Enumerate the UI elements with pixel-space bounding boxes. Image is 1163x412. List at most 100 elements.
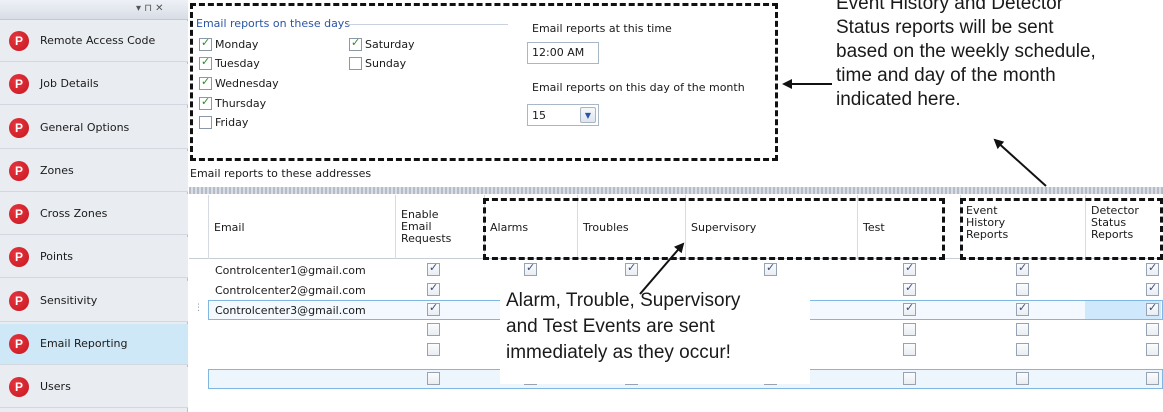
sidebar-item-label: Email Reporting (40, 337, 128, 350)
sunday-checkbox[interactable] (349, 57, 362, 70)
sidebar-item-job-details[interactable]: P Job Details (0, 64, 188, 105)
email-days-group-title: Email reports on these days (196, 17, 351, 30)
day-of-month-value: 15 (532, 109, 546, 122)
thursday-label: Thursday (215, 97, 267, 110)
p-logo-icon: P (9, 31, 29, 51)
sidebar-item-label: Cross Zones (40, 207, 108, 220)
alarm-annotation-line: immediately as they occur! (506, 342, 731, 363)
navigation-sidebar: ▾ ⊓ ✕ P Remote Access Code P Job Details P Ge… (0, 0, 188, 412)
saturday-checkbox[interactable] (349, 36, 362, 51)
sidebar-item-label: Job Details (40, 77, 99, 90)
supervisory-checkbox[interactable] (764, 261, 777, 276)
column-header-email[interactable]: Email (208, 195, 395, 259)
sidebar-item-label: Sensitivity (40, 294, 98, 307)
sidebar-item-label: Users (40, 380, 71, 393)
detector-status-checkbox[interactable] (1146, 343, 1159, 356)
friday-label: Friday (215, 116, 249, 129)
email-cell[interactable]: Controlcenter2@gmail.com (215, 284, 366, 297)
test-checkbox[interactable] (903, 372, 916, 385)
sidebar-item-label: Remote Access Code (40, 34, 156, 47)
alarms-checkbox[interactable] (524, 261, 537, 276)
event-history-annotation-line: indicated here. (836, 89, 961, 110)
thursday-checkbox[interactable] (199, 95, 212, 110)
alarm-annotation-line: Alarm, Trouble, Supervisory (506, 290, 741, 311)
p-logo-icon: P (9, 247, 29, 267)
report-time-input[interactable]: 12:00 AM (527, 42, 599, 64)
event-history-checkbox[interactable] (1016, 301, 1029, 316)
test-checkbox[interactable] (903, 323, 916, 336)
sidebar-item-users[interactable]: P Users (0, 367, 188, 408)
p-logo-icon: P (9, 161, 29, 181)
p-logo-icon: P (9, 74, 29, 94)
alarm-annotation-line: and Test Events are sent (506, 316, 715, 337)
column-header-enable-label: Enable Email Requests (401, 208, 452, 245)
event-history-annotation: Event History and Detector Status report… (836, 0, 1096, 112)
friday-checkbox[interactable] (199, 116, 212, 129)
monday-checkbox[interactable] (199, 36, 212, 51)
sidebar-item-points[interactable]: P Points (0, 237, 188, 278)
scheduled-reports-highlight-box (960, 198, 1163, 260)
troubles-checkbox[interactable] (625, 261, 638, 276)
sidebar-item-cross-zones[interactable]: P Cross Zones (0, 194, 188, 235)
event-history-annotation-line: based on the weekly schedule, (836, 41, 1096, 62)
sidebar-item-label: General Options (40, 121, 130, 134)
day-of-month-select[interactable]: 15 ▼ (527, 104, 599, 126)
sidebar-header: ▾ ⊓ ✕ (0, 0, 188, 20)
p-logo-icon: P (9, 204, 29, 224)
enable-checkbox[interactable] (427, 323, 440, 336)
arrow-to-reports-columns (993, 138, 1047, 187)
immediate-events-highlight-box (483, 198, 945, 260)
detector-status-checkbox[interactable] (1146, 323, 1159, 336)
p-logo-icon: P (9, 377, 29, 397)
sidebar-item-zones[interactable]: P Zones (0, 151, 188, 192)
enable-checkbox[interactable] (427, 261, 440, 276)
enable-checkbox[interactable] (427, 301, 440, 316)
day-of-month-label: Email reports on this day of the month (532, 81, 745, 94)
test-checkbox[interactable] (903, 281, 916, 296)
time-label: Email reports at this time (532, 22, 672, 35)
p-logo-icon: P (9, 291, 29, 311)
event-history-annotation-line: time and day of the month (836, 65, 1056, 86)
detector-status-checkbox[interactable] (1146, 261, 1159, 276)
sidebar-pin-controls[interactable]: ▾ ⊓ ✕ (136, 3, 164, 14)
email-cell[interactable]: Controlcenter1@gmail.com (215, 264, 366, 277)
grid-splitter[interactable] (189, 187, 1163, 194)
event-history-annotation-line: Status reports will be sent (836, 17, 1054, 38)
event-history-checkbox[interactable] (1016, 343, 1029, 356)
table-row[interactable]: Controlcenter1@gmail.com (189, 260, 1163, 280)
addresses-section-label: Email reports to these addresses (190, 167, 372, 180)
column-header-email-label: Email (214, 221, 245, 234)
enable-checkbox[interactable] (427, 372, 440, 385)
test-checkbox[interactable] (903, 343, 916, 356)
sidebar-item-email-reporting[interactable]: P Email Reporting (0, 324, 188, 365)
sidebar-item-sensitivity[interactable]: P Sensitivity (0, 281, 188, 322)
sidebar-item-general-options[interactable]: P General Options (0, 108, 188, 149)
sidebar-item-label: Zones (40, 164, 74, 177)
event-history-checkbox[interactable] (1016, 323, 1029, 336)
sidebar-item-label: Points (40, 250, 74, 263)
sunday-label: Sunday (365, 57, 407, 70)
wednesday-checkbox[interactable] (199, 75, 212, 90)
test-checkbox[interactable] (903, 261, 916, 276)
detector-status-checkbox[interactable] (1146, 301, 1159, 316)
sidebar-item-remote-access-code[interactable]: P Remote Access Code (0, 21, 188, 62)
test-checkbox[interactable] (903, 301, 916, 316)
wednesday-label: Wednesday (215, 77, 279, 90)
column-header-enable[interactable]: Enable Email Requests (395, 195, 484, 259)
monday-label: Monday (215, 38, 259, 51)
email-cell[interactable]: Controlcenter3@gmail.com (215, 304, 366, 317)
event-history-checkbox[interactable] (1016, 261, 1029, 276)
group-divider (348, 24, 508, 25)
tuesday-label: Tuesday (215, 57, 260, 70)
detector-status-checkbox[interactable] (1146, 372, 1159, 385)
detector-status-checkbox[interactable] (1146, 281, 1159, 296)
alarm-annotation: Alarm, Trouble, Supervisory and Test Eve… (500, 288, 810, 384)
chevron-down-icon[interactable]: ▼ (580, 107, 596, 123)
tuesday-checkbox[interactable] (199, 55, 212, 70)
row-indicator-icon: ⋮ (194, 303, 203, 313)
event-history-checkbox[interactable] (1016, 372, 1029, 385)
enable-checkbox[interactable] (427, 281, 440, 296)
event-history-checkbox[interactable] (1016, 283, 1029, 296)
enable-checkbox[interactable] (427, 343, 440, 356)
p-logo-icon: P (9, 118, 29, 138)
